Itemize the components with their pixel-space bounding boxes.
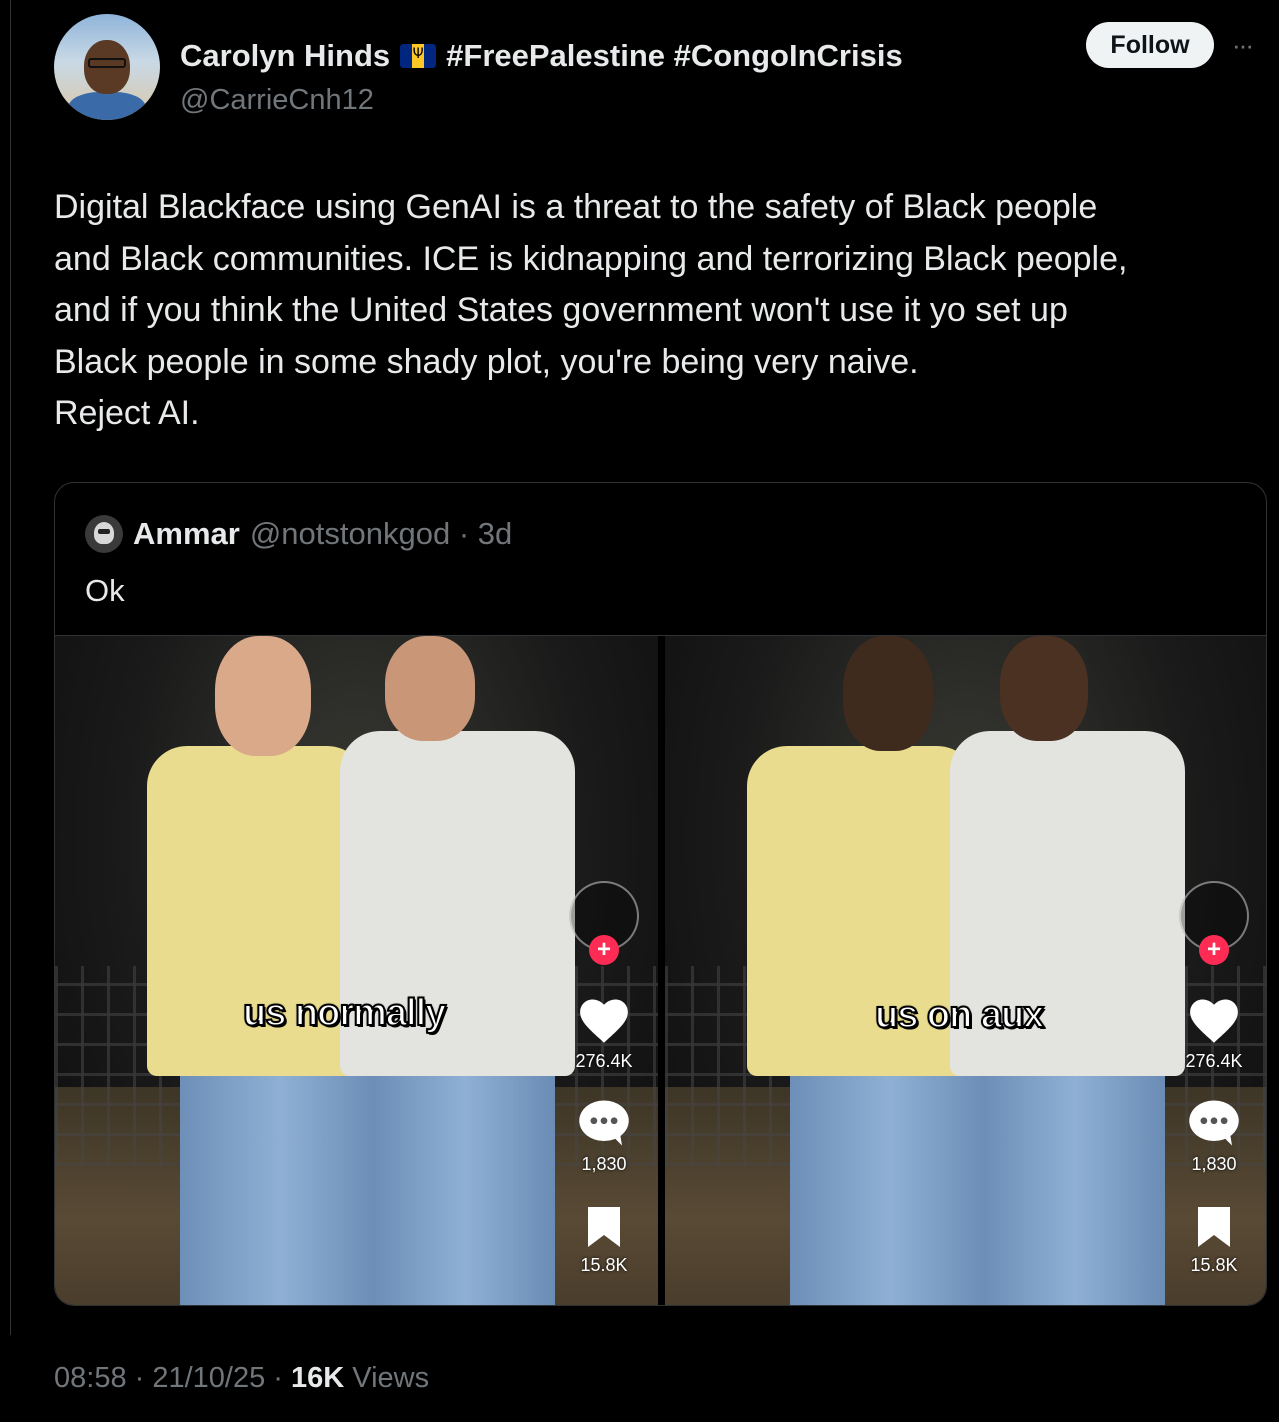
bookmark-icon[interactable] bbox=[584, 1205, 624, 1249]
barbados-flag-icon bbox=[400, 44, 437, 68]
bookmark-icon[interactable] bbox=[1194, 1205, 1234, 1249]
comments-count: 1,830 bbox=[581, 1154, 627, 1174]
tweet-footer: 08:58 · 21/10/25 · 16K Views bbox=[54, 1362, 429, 1395]
tweet-text: Digital Blackface using GenAI is a threa… bbox=[54, 188, 1128, 432]
quote-text: Ok bbox=[85, 573, 125, 608]
column-divider bbox=[10, 0, 11, 1335]
author-handle[interactable]: @CarrieCnh12 bbox=[180, 84, 374, 117]
plus-icon[interactable]: + bbox=[589, 935, 619, 965]
author-hashtags[interactable]: #FreePalestine #CongoInCrisis bbox=[446, 38, 903, 74]
quote-author-name[interactable]: Ammar bbox=[133, 516, 240, 552]
video-caption: us on aux bbox=[874, 993, 1045, 1037]
tweet-timestamp[interactable]: 08:58 · 21/10/25 · bbox=[54, 1362, 291, 1394]
heart-icon[interactable] bbox=[1186, 995, 1242, 1045]
quote-handle-time: @notstonkgod · 3d bbox=[249, 516, 513, 551]
saves-count: 15.8K bbox=[1190, 1255, 1238, 1275]
author-avatar[interactable] bbox=[54, 14, 160, 120]
video-panel-normal[interactable]: us normally + 276.4K 1,830 15.8K bbox=[55, 636, 658, 1305]
views-count: 16K bbox=[291, 1362, 345, 1394]
quote-media[interactable]: us normally + 276.4K 1,830 15.8K us on a… bbox=[55, 635, 1266, 1305]
heart-icon[interactable] bbox=[576, 995, 632, 1045]
video-caption: us normally bbox=[242, 991, 447, 1035]
comment-icon[interactable] bbox=[577, 1098, 631, 1148]
quote-avatar[interactable] bbox=[85, 515, 123, 553]
author-name-row: Carolyn Hinds #FreePalestine #CongoInCri… bbox=[180, 38, 903, 74]
tweet-header: Carolyn Hinds #FreePalestine #CongoInCri… bbox=[54, 14, 1274, 124]
video-panel-aux[interactable]: us on aux + 276.4K 1,830 15.8K bbox=[665, 636, 1266, 1305]
follow-button[interactable]: Follow bbox=[1086, 22, 1214, 68]
more-options-icon[interactable]: ··· bbox=[1232, 30, 1254, 61]
likes-count: 276.4K bbox=[1185, 1051, 1243, 1071]
quote-header: Ammar @notstonkgod · 3d bbox=[85, 515, 512, 553]
tiktok-action-rail: + 276.4K 1,830 15.8K bbox=[1176, 881, 1252, 1276]
tiktok-action-rail: + 276.4K 1,830 15.8K bbox=[566, 881, 642, 1276]
likes-count: 276.4K bbox=[575, 1051, 633, 1071]
plus-icon[interactable]: + bbox=[1199, 935, 1229, 965]
quoted-tweet[interactable]: Ammar @notstonkgod · 3d Ok us normally + bbox=[54, 482, 1267, 1306]
comment-icon[interactable] bbox=[1187, 1098, 1241, 1148]
views-label: Views bbox=[344, 1362, 430, 1394]
comments-count: 1,830 bbox=[1191, 1154, 1237, 1174]
author-display-name[interactable]: Carolyn Hinds bbox=[180, 38, 390, 74]
saves-count: 15.8K bbox=[580, 1255, 628, 1275]
